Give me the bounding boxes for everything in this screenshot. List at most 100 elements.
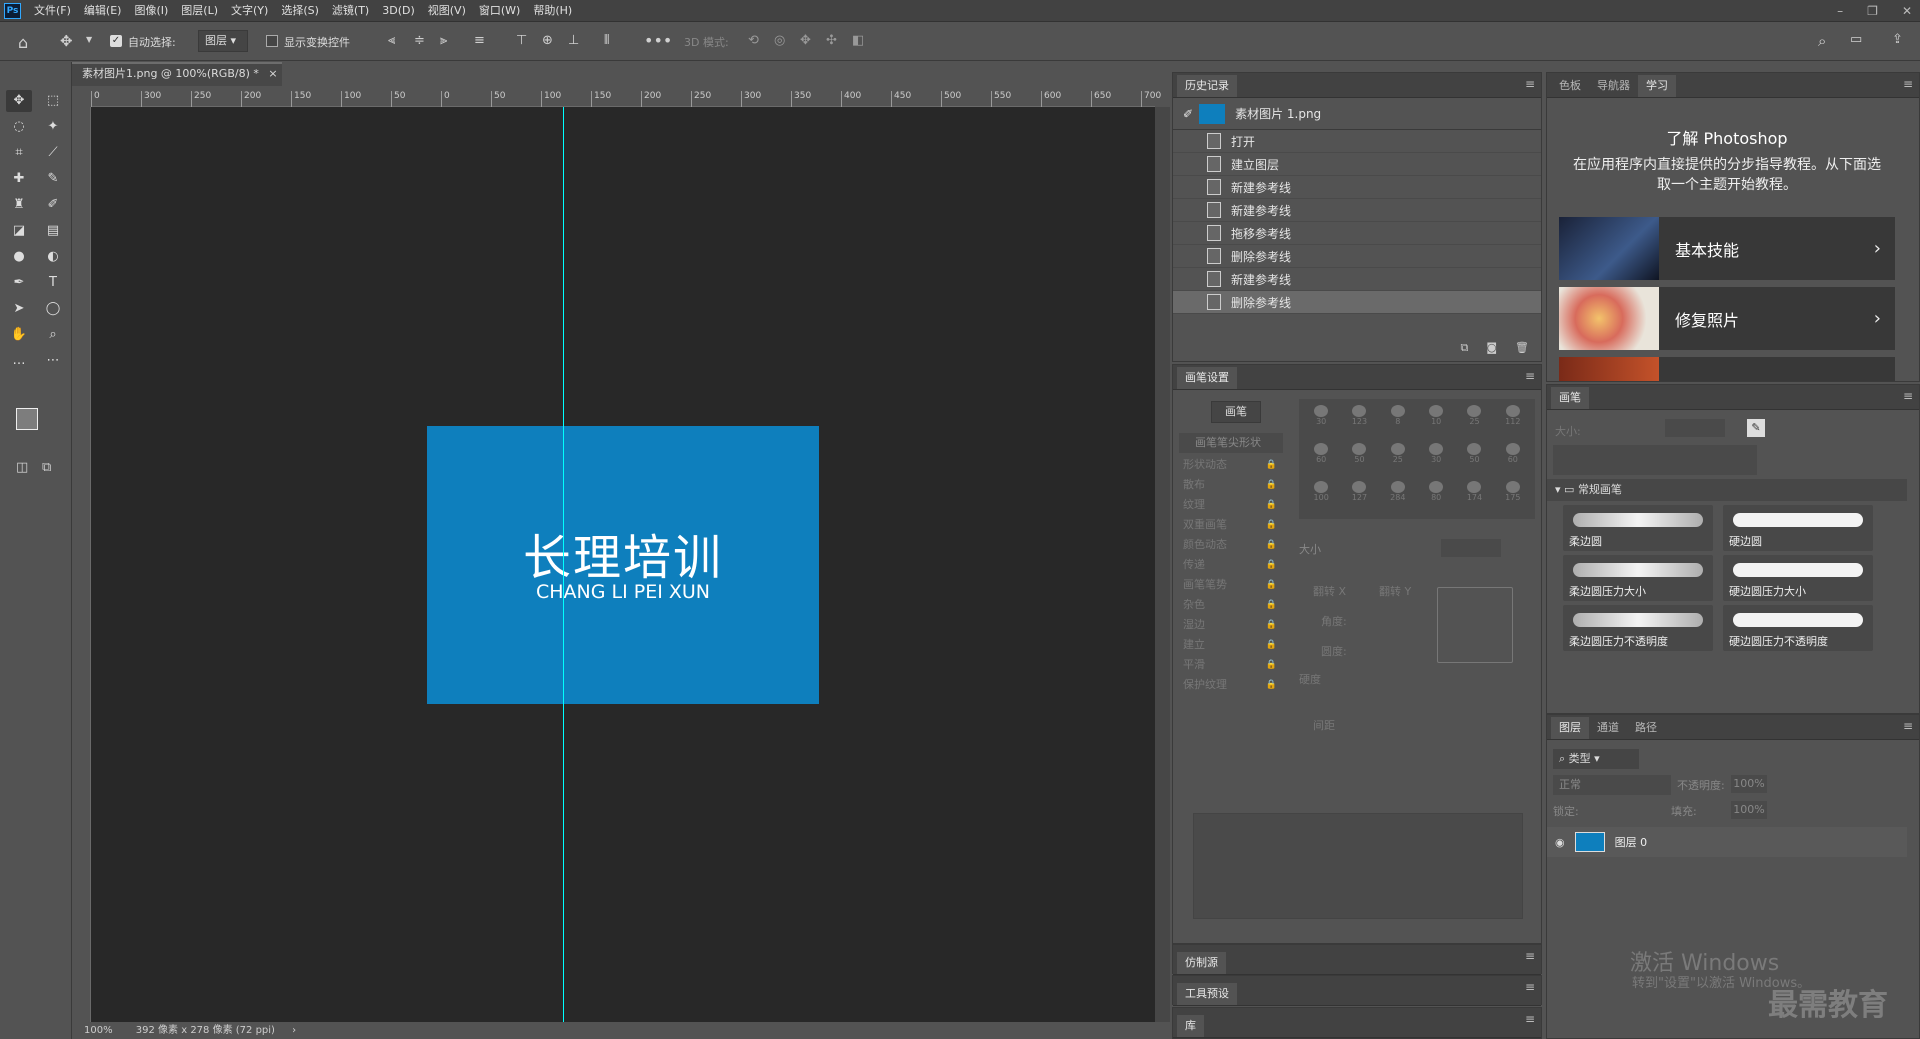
distribute-v-icon[interactable]: ⫴ [604, 33, 609, 48]
vertical-guide[interactable] [563, 107, 564, 1022]
brush-tip[interactable]: 100 [1303, 479, 1339, 515]
healing-brush-icon[interactable]: ✚ [6, 168, 32, 190]
brush-tip[interactable]: 25 [1380, 441, 1416, 477]
brush-tip[interactable]: 30 [1418, 441, 1454, 477]
brush-preset[interactable]: 柔边圆压力大小 [1563, 555, 1713, 601]
brush-tip[interactable]: 8 [1380, 403, 1416, 439]
share-icon[interactable]: ⇪ [1892, 32, 1903, 47]
brush-option[interactable]: 画笔笔势 🔒 [1179, 575, 1283, 595]
brush-presets-button[interactable]: 画笔 [1211, 401, 1261, 423]
history-item[interactable]: 新建参考线 [1173, 268, 1541, 291]
brush-option[interactable]: 纹理 🔒 [1179, 495, 1283, 515]
auto-select-checkbox[interactable]: ✓ [110, 35, 122, 47]
panel-menu-icon[interactable]: ≡ [1525, 77, 1535, 91]
close-tab-icon[interactable]: × [268, 67, 277, 80]
layer-row[interactable]: ◉ 图层 0 [1547, 827, 1907, 857]
brush-preset[interactable]: 硬边圆压力大小 [1723, 555, 1873, 601]
menu-window[interactable]: 窗口(W) [479, 0, 520, 22]
foreground-color-swatch[interactable] [16, 408, 38, 430]
history-item[interactable]: 新建参考线 [1173, 199, 1541, 222]
panel-menu-icon[interactable]: ≡ [1903, 77, 1913, 91]
brush-folder[interactable]: ▾ ▭ 常规画笔 [1547, 479, 1907, 501]
align-right-icon[interactable]: ⫸ [440, 33, 447, 48]
brush-preset[interactable]: 硬边圆压力不透明度 [1723, 605, 1873, 651]
more-options-icon[interactable]: ••• [644, 31, 672, 50]
tab-learn[interactable]: 学习 [1638, 75, 1676, 97]
show-transform-checkbox[interactable] [266, 35, 278, 47]
move-tool-icon[interactable]: ✥ [6, 90, 32, 112]
trash-icon[interactable]: 🗑 [1515, 341, 1529, 355]
lock-icon[interactable]: 🔒 [1266, 555, 1277, 575]
eyedropper-icon[interactable]: ⟋ [40, 142, 66, 164]
blend-mode-dropdown[interactable]: 正常 [1553, 775, 1671, 795]
brush-tip[interactable]: 50 [1456, 441, 1492, 477]
flip-x[interactable]: 翻转 X [1313, 583, 1346, 599]
lasso-tool-icon[interactable]: ◌ [6, 116, 32, 138]
align-hcenter-icon[interactable]: ≑ [414, 33, 425, 48]
brush-option[interactable]: 颜色动态 🔒 [1179, 535, 1283, 555]
menu-help[interactable]: 帮助(H) [533, 0, 572, 22]
auto-select-dropdown[interactable]: 图层 ▾ [198, 30, 248, 52]
zoom-level[interactable]: 100% [84, 1025, 113, 1036]
lock-icon[interactable]: 🔒 [1266, 495, 1277, 515]
align-top-icon[interactable]: ⊤ [516, 33, 527, 48]
tab-navigator[interactable]: 导航器 [1589, 75, 1638, 97]
chevron-down-icon[interactable]: ▼ [86, 35, 92, 44]
menu-type[interactable]: 文字(Y) [231, 0, 268, 22]
brush-tool-icon[interactable]: ✎ [40, 168, 66, 190]
brush-option[interactable]: 传递 🔒 [1179, 555, 1283, 575]
layer-filter-dropdown[interactable]: ⌕ 类型 ▾ [1553, 749, 1639, 769]
hand-tool-icon[interactable]: ✋ [6, 324, 32, 346]
tab-library[interactable]: 库 [1177, 1015, 1204, 1037]
size-field[interactable] [1441, 539, 1501, 557]
panel-menu-icon[interactable]: ≡ [1903, 719, 1913, 733]
panel-menu-icon[interactable]: ≡ [1525, 1012, 1535, 1026]
magic-wand-icon[interactable]: ✦ [40, 116, 66, 138]
more-tools-icon[interactable]: … [6, 350, 32, 372]
screen-mode-icon[interactable]: ⧉ [42, 460, 51, 475]
lock-icon[interactable]: 🔒 [1266, 455, 1277, 475]
lock-icon[interactable]: 🔒 [1266, 515, 1277, 535]
search-icon[interactable]: ⌕ [1818, 32, 1826, 50]
eye-icon[interactable]: ◉ [1555, 836, 1565, 849]
3d-slide-icon[interactable]: ✣ [826, 33, 837, 48]
eraser-icon[interactable]: ◪ [6, 220, 32, 242]
align-left-icon[interactable]: ⫷ [388, 33, 395, 48]
history-item[interactable]: 拖移参考线 [1173, 222, 1541, 245]
lock-icon[interactable]: 🔒 [1266, 475, 1277, 495]
brush-option[interactable]: 散布 🔒 [1179, 475, 1283, 495]
history-brush-icon[interactable]: ✐ [40, 194, 66, 216]
tab-brushes[interactable]: 画笔 [1551, 387, 1589, 409]
brush-angle-preview[interactable] [1437, 587, 1513, 663]
3d-orbit-icon[interactable]: ⟲ [748, 33, 759, 48]
menu-3d[interactable]: 3D(D) [382, 0, 415, 22]
home-icon[interactable]: ⌂ [18, 33, 28, 52]
menu-edit[interactable]: 编辑(E) [84, 0, 122, 22]
history-item[interactable]: 删除参考线 [1173, 291, 1541, 314]
opacity-field[interactable]: 100% [1731, 775, 1767, 793]
brush-preset[interactable]: 硬边圆 [1723, 505, 1873, 551]
close-icon[interactable]: ✕ [1902, 0, 1912, 22]
history-item[interactable]: 建立图层 [1173, 153, 1541, 176]
brush-edit-icon[interactable]: ✎ [1747, 419, 1765, 437]
clone-stamp-icon[interactable]: ♜ [6, 194, 32, 216]
brush-option[interactable]: 形状动态 🔒 [1179, 455, 1283, 475]
tab-history[interactable]: 历史记录 [1177, 75, 1237, 97]
tab-swatches[interactable]: 色板 [1551, 75, 1589, 97]
move-tool-icon[interactable]: ✥ [60, 32, 73, 50]
brush-tip-shape[interactable]: 画笔笔尖形状 [1179, 433, 1283, 453]
learn-card-partial[interactable] [1559, 357, 1895, 381]
panel-menu-icon[interactable]: ≡ [1903, 389, 1913, 403]
brush-option[interactable]: 双重画笔 🔒 [1179, 515, 1283, 535]
lock-icon[interactable]: 🔒 [1266, 535, 1277, 555]
lock-icon[interactable]: 🔒 [1266, 615, 1277, 635]
3d-pan-icon[interactable]: ✥ [800, 33, 811, 48]
panel-menu-icon[interactable]: ≡ [1525, 369, 1535, 383]
brush-tip[interactable]: 112 [1495, 403, 1531, 439]
learn-card-basics[interactable]: 基本技能 › [1559, 217, 1895, 280]
camera-icon[interactable]: ◙ [1486, 341, 1497, 355]
brush-tip[interactable]: 80 [1418, 479, 1454, 515]
tab-paths[interactable]: 路径 [1627, 717, 1665, 739]
brush-tip[interactable]: 174 [1456, 479, 1492, 515]
brush-option[interactable]: 湿边 🔒 [1179, 615, 1283, 635]
